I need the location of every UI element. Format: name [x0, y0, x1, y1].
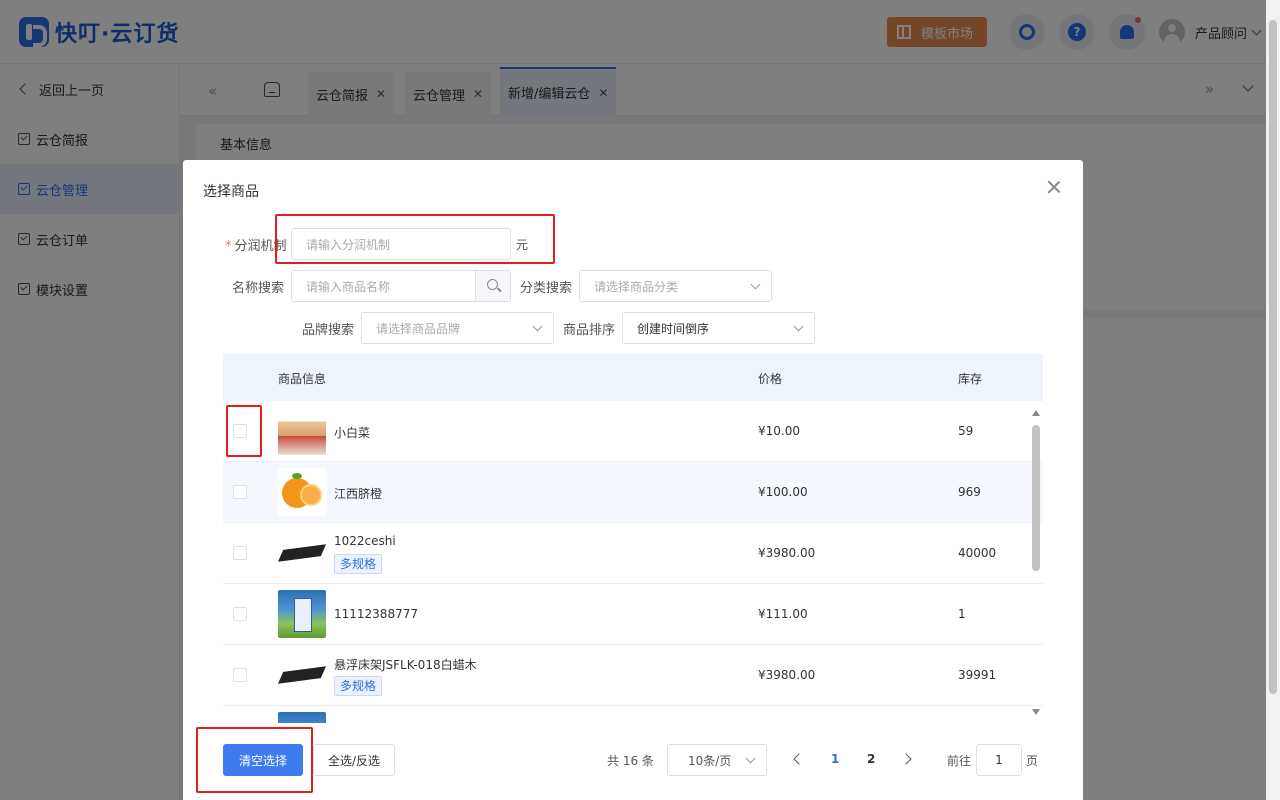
table-body: 小白菜 ¥10.00 59 江西脐橙 ¥100.00 969 1022ceshi…: [223, 401, 1043, 723]
scroll-down-icon[interactable]: [1032, 709, 1040, 715]
header-price: 价格: [758, 372, 783, 386]
product-price: ¥111.00: [758, 607, 808, 621]
brand-search-label: 品牌搜索: [302, 323, 355, 338]
product-price: ¥3980.00: [758, 546, 816, 560]
header-product-info: 商品信息: [278, 372, 327, 386]
product-name: 小白菜: [334, 426, 371, 440]
prev-page-icon[interactable]: [793, 753, 805, 765]
product-price: ¥100.00: [758, 485, 808, 499]
header-stock: 库存: [958, 372, 983, 386]
select-all-button[interactable]: 全选/反选: [313, 744, 395, 776]
page-1[interactable]: 1: [831, 752, 839, 766]
product-price: ¥10.00: [758, 424, 800, 438]
product-price: ¥3980.00: [758, 668, 816, 682]
table-scrollbar-thumb[interactable]: [1032, 425, 1040, 571]
name-search-label: 名称搜索: [232, 281, 285, 296]
product-image: [278, 651, 326, 699]
multi-spec-badge: 多规格: [334, 554, 383, 574]
product-image: [278, 712, 326, 723]
goto-unit: 页: [1026, 753, 1039, 768]
next-page-icon[interactable]: [900, 753, 912, 765]
goto-label: 前往: [947, 753, 972, 768]
table-row[interactable]: 1022ceshi 多规格 ¥3980.00 40000: [223, 523, 1043, 584]
product-image: [278, 407, 326, 455]
product-stock: 1: [958, 607, 966, 621]
category-search-label: 分类搜索: [520, 281, 573, 296]
chevron-down-icon: [745, 753, 756, 764]
product-stock: 39991: [958, 668, 997, 682]
product-stock: 40000: [958, 546, 997, 560]
table-row[interactable]: 江西脐橙 ¥100.00 969: [223, 462, 1043, 523]
table-row[interactable]: [223, 706, 1043, 723]
chevron-down-icon: [793, 321, 804, 332]
table-scrollbar[interactable]: [1029, 401, 1043, 723]
multi-spec-badge: 多规格: [334, 676, 383, 696]
dialog-title: 选择商品: [203, 184, 259, 200]
product-name: 江西脐橙: [334, 487, 383, 501]
product-table: 商品信息 价格 库存 小白菜 ¥10.00 59 江西脐橙 ¥100.00 96…: [223, 354, 1043, 723]
chevron-down-icon: [750, 279, 761, 290]
product-image: [278, 529, 326, 577]
row-checkbox[interactable]: [233, 607, 247, 621]
sort-label: 商品排序: [563, 323, 616, 338]
chevron-down-icon: [532, 321, 543, 332]
page-scrollbar[interactable]: [1266, 0, 1280, 800]
sort-select[interactable]: 创建时间倒序: [622, 312, 815, 344]
table-row[interactable]: 悬浮床架JSFLK-018白蜡木 多规格 ¥3980.00 39991: [223, 645, 1043, 706]
brand-select[interactable]: 请选择商品品牌: [361, 312, 554, 344]
product-stock: 969: [958, 485, 981, 499]
table-row[interactable]: 11112388777 ¥111.00 1: [223, 584, 1043, 645]
table-header: 商品信息 价格 库存: [223, 354, 1043, 401]
product-stock: 59: [958, 424, 974, 438]
page-2[interactable]: 2: [867, 752, 875, 766]
row-checkbox[interactable]: [233, 485, 247, 499]
product-name: 悬浮床架JSFLK-018白蜡木: [334, 658, 477, 672]
category-select[interactable]: 请选择商品分类: [579, 270, 772, 302]
name-search-input[interactable]: 请输入商品名称: [291, 270, 511, 302]
product-image: [278, 468, 326, 516]
page-size-select[interactable]: 10条/页: [667, 744, 767, 776]
product-image: [278, 590, 326, 638]
table-row[interactable]: 小白菜 ¥10.00 59: [223, 401, 1043, 462]
close-icon[interactable]: [1047, 180, 1061, 194]
page-scrollbar-thumb[interactable]: [1269, 20, 1277, 694]
row-checkbox[interactable]: [233, 668, 247, 682]
select-product-dialog: 选择商品 * 分润机制 请输入分润机制 元 名称搜索 请输入商品名称 分类搜索 请…: [183, 160, 1083, 800]
highlight-box: [275, 214, 555, 264]
search-icon[interactable]: [475, 271, 510, 301]
highlight-box: [196, 727, 313, 793]
scroll-up-icon[interactable]: [1032, 410, 1040, 416]
highlight-box: [226, 405, 262, 457]
total-count: 共 16 条: [607, 753, 654, 768]
product-name: 1022ceshi: [334, 534, 396, 548]
row-checkbox[interactable]: [233, 546, 247, 560]
product-name: 11112388777: [334, 607, 418, 621]
goto-page-input[interactable]: 1: [976, 744, 1022, 776]
